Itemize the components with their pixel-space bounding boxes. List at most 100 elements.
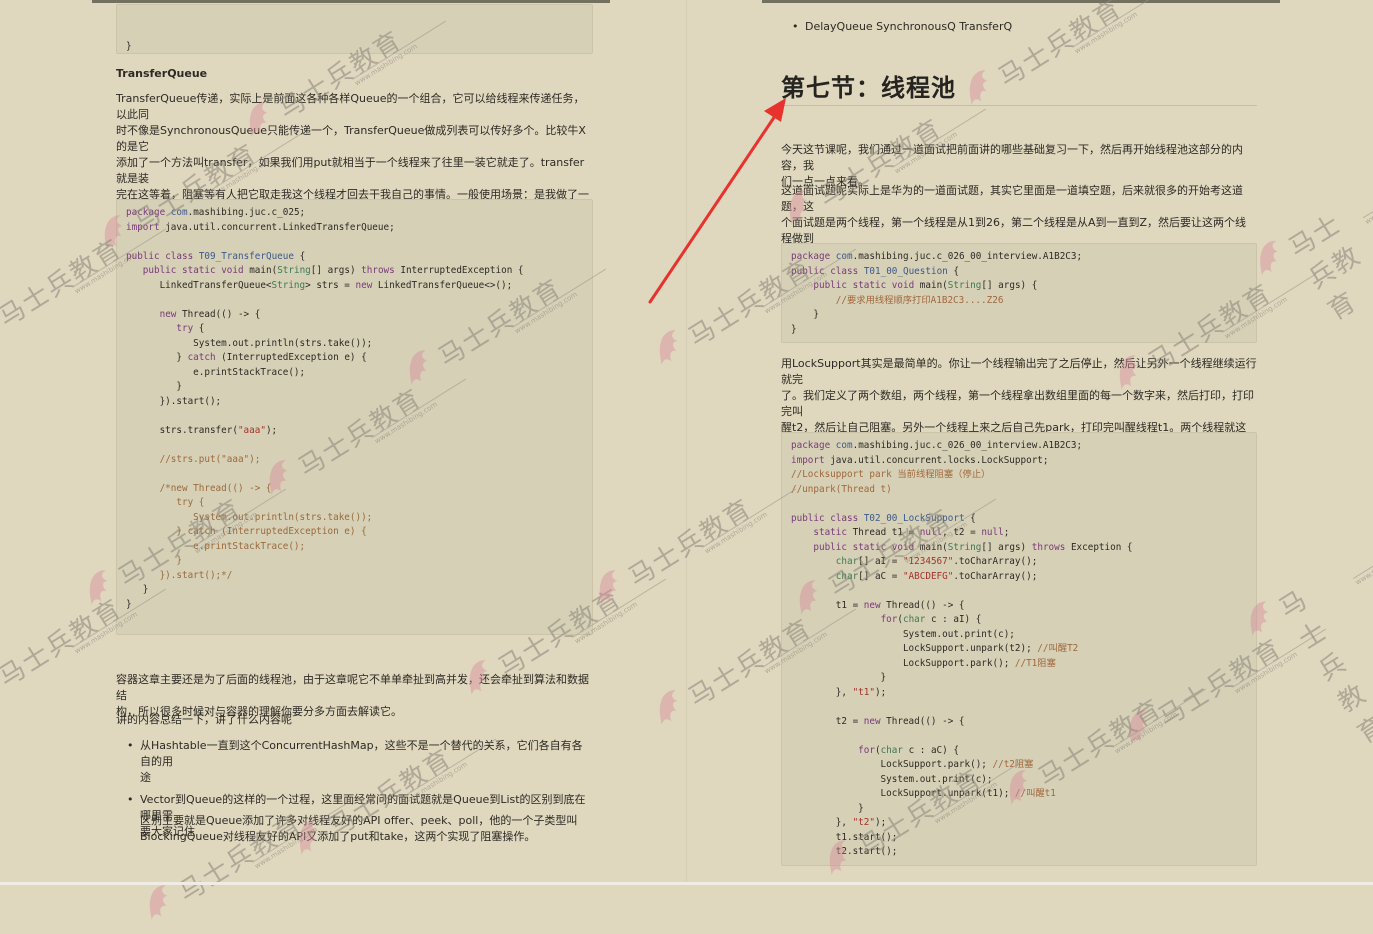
text-line: 了。我们定义了两个数组，两个线程，第一个线程拿出数组里面的每一个数字来，然后打印… (781, 389, 1254, 418)
bullet-icon: • (127, 739, 134, 752)
code-line: } (126, 584, 149, 595)
bullet-icon: • (127, 793, 134, 806)
code-line: } (791, 309, 819, 320)
text-line: 这道面试题呢实际上是华为的一道面试题，其实它里面是一道填空题，后来就很多的开始考… (781, 184, 1243, 213)
code-line: } (126, 381, 182, 392)
code-line: System.out.print(c); (791, 773, 993, 785)
code-line: new Thread(() -> { (159, 308, 261, 320)
code-line: //strs.put("aaa"); (159, 453, 261, 465)
queue-types-list: • DelayQueue SynchronousQ TransferQ (781, 19, 1257, 35)
code-line: import java.util.concurrent.locks.LockSu… (791, 454, 1049, 466)
arrow-shaft (648, 114, 777, 304)
code-line: static Thread t1 = null, t2 = null; (813, 527, 1010, 538)
text-line: 今天这节课呢，我们通过一道面试把前面讲的哪些基础复习一下，然后再开始线程池这部分… (781, 143, 1243, 172)
watermark-text: 马士兵教育 (623, 493, 759, 594)
left-page: } TransferQueue TransferQueue传递，实际上是前面这各… (116, 0, 593, 885)
title-divider (781, 105, 1257, 106)
watermark-url: www.mashibing.com (1353, 519, 1373, 587)
text-line: 添加了一个方法叫transfer，如果我们用put就相当于一个线程来了往里一装它… (116, 156, 585, 185)
code-line: import java.util.concurrent.LinkedTransf… (126, 221, 395, 233)
watermark: 马士兵教育 www.mashibing.com (1250, 519, 1373, 751)
code-line: public static void main(String[] args) t… (142, 265, 524, 276)
code-line: t2 = new Thread(() -> { (791, 715, 965, 727)
code-line: t1 = new Thread(() -> { (791, 599, 965, 611)
code-line: } (791, 672, 887, 683)
code-line: System.out.println(strs.take()); (126, 511, 373, 523)
code-line: package com.mashibing.juc.c_026_00_inter… (791, 251, 1083, 262)
text-line: BlockingQueue对线程友好的API又添加了put和take，这两个实现… (140, 830, 536, 843)
code-line: }).start(); (126, 395, 222, 407)
list-item: • 从Hashtable一直到这个ConcurrentHashMap，这些不是一个… (116, 738, 593, 786)
watermark: 马士兵教育 www.mashibing.com (1260, 159, 1373, 328)
code-line: } (126, 555, 182, 566)
text-line: 时不像是SynchronousQueue只能传递一个，TransferQueue… (116, 124, 586, 153)
code-line: } (126, 41, 132, 52)
code-line: t1.start(); (791, 831, 898, 843)
watermark-text: 马士兵教育 (1283, 208, 1367, 327)
code-line: } catch (InterruptedException e) { (126, 526, 367, 537)
horse-logo-icon (0, 300, 5, 352)
code-line: e.printStackTrace(); (126, 366, 306, 378)
code-line: LockSupport.unpark(t1); //叫醒t1 (791, 788, 1056, 799)
code-line: public static void main(String[] args) { (813, 280, 1038, 291)
code-line: try { (126, 497, 205, 508)
code-line: public static void main(String[] args) t… (813, 541, 1133, 553)
right-page: • DelayQueue SynchronousQ TransferQ 第七节：线… (781, 0, 1257, 885)
code-line: } (126, 598, 132, 610)
code-line: }, "t1"); (791, 686, 887, 698)
code-line: package com.mashibing.juc.c_025; (126, 207, 306, 218)
code-line: char[] aI = "1234567".toCharArray(); (835, 556, 1038, 567)
list-item-text: 途 (140, 771, 151, 784)
code-line: char[] aC = "ABCDEFG".toCharArray(); (835, 570, 1038, 582)
recap-intro: 讲的内容总结一下，讲了什么内容呢 (116, 713, 292, 726)
code-line: public class T01_00_Question { (791, 265, 959, 277)
watermark-url: www.mashibing.com (1362, 159, 1373, 227)
code-block-locksupport: package com.mashibing.juc.c_026_00_inter… (781, 432, 1257, 866)
horse-logo-icon (0, 660, 5, 712)
list-item-text: 从Hashtable一直到这个ConcurrentHashMap，这些不是一个替… (140, 739, 583, 768)
watermark: 马士兵教育 www.mashibing.com (599, 488, 801, 605)
list-item: • DelayQueue SynchronousQ TransferQ (792, 20, 1013, 33)
code-line: strs.transfer("aaa"); (126, 424, 278, 436)
code-line: t2.start(); (791, 846, 898, 857)
section-title: 第七节：线程池 (781, 74, 956, 102)
code-line: public class T09_TransferQueue { (126, 250, 306, 262)
text-line: 用LockSupport其实是最简单的。你让一个线程输出完了之后停止，然后让另外… (781, 357, 1257, 386)
code-line: LockSupport.park(); //t2阻塞 (791, 759, 1034, 770)
code-line: /*new Thread(() -> { (126, 482, 272, 494)
code-line: LockSupport.unpark(t2); //叫醒T2 (791, 643, 1079, 654)
horse-logo-icon (659, 330, 678, 365)
text-line: 容器这章主要还是为了后面的线程池，由于这章呢它不单单牵扯到高并发，还会牵扯到算法… (116, 673, 589, 702)
code-line: e.printStackTrace(); (126, 540, 306, 552)
code-line: try { (176, 323, 205, 334)
watermark-text: 马士兵教育 (0, 233, 129, 334)
watermark: 马士兵教育 www.mashibing.com (0, 588, 171, 695)
page-separator (686, 0, 687, 885)
watermark-text: 马士兵教育 (0, 593, 129, 694)
code-line: }, "t2"); (791, 817, 887, 828)
code-line: } (791, 802, 864, 814)
code-line: } (791, 323, 797, 335)
code-line: //unpark(Thread t) (791, 483, 892, 495)
code-line: //Locksupport park 当前线程阻塞（停止） (791, 469, 991, 480)
watermark-text: 马士兵教育 (1274, 584, 1373, 751)
code-line: //要求用线程顺序打印A1B2C3....Z26 (835, 294, 1004, 306)
code-block-transferqueue: package com.mashibing.juc.c_025;import j… (116, 199, 593, 635)
code-line: public class T02_00_LockSupport { (791, 512, 976, 524)
code-line: for(char c : aI) { (880, 614, 982, 625)
horse-logo-icon (659, 690, 678, 725)
code-line: for(char c : aC) { (858, 744, 959, 756)
bullet-note: 区别主要就是Queue添加了许多对线程友好的API offer、peek、pol… (116, 813, 593, 845)
code-block-tail: } (116, 4, 593, 54)
code-line: } catch (InterruptedException e) { (126, 352, 367, 363)
code-block-question: package com.mashibing.juc.c_026_00_inter… (781, 243, 1257, 343)
code-line: LinkedTransferQueue<String> strs = new L… (126, 279, 513, 291)
code-line: System.out.println(strs.take()); (126, 337, 373, 349)
code-line: System.out.print(c); (791, 628, 1015, 640)
